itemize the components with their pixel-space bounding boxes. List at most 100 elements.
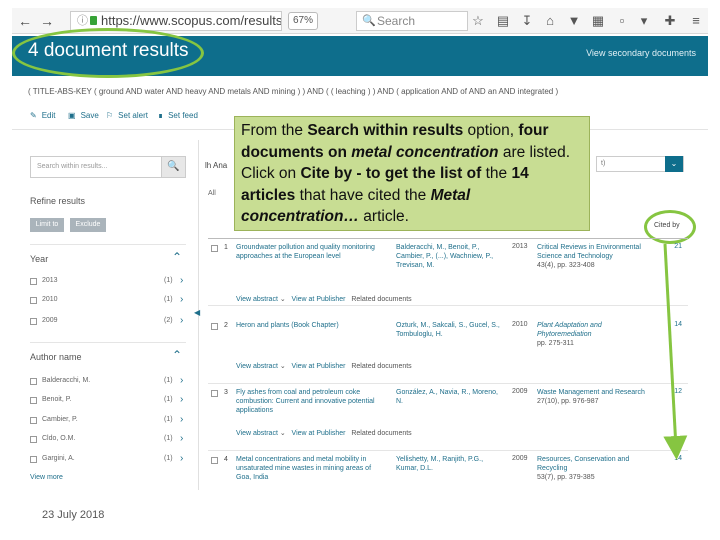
- browser-search-input[interactable]: 🔍 Search: [356, 11, 468, 31]
- chevron-up-icon[interactable]: ⌃: [172, 250, 182, 264]
- result-number: 2: [224, 322, 228, 329]
- source-title[interactable]: Plant Adaptation and Phytoremediation: [537, 322, 602, 338]
- cited-by-count[interactable]: 14: [674, 321, 682, 328]
- filter-label: 2013: [42, 277, 58, 284]
- checkbox[interactable]: [30, 436, 37, 443]
- screenshot-icon[interactable]: ▫: [614, 13, 630, 29]
- home-icon[interactable]: ⌂: [542, 13, 558, 29]
- set-feed-button[interactable]: ∎ Set feed: [158, 111, 198, 120]
- view-at-publisher-link[interactable]: View at Publisher: [292, 363, 346, 370]
- cited-by-count[interactable]: 21: [674, 243, 682, 250]
- chevron-right-icon[interactable]: ›: [180, 453, 183, 464]
- result-title[interactable]: Metal concentrations and metal mobility …: [236, 455, 386, 482]
- chevron-right-icon[interactable]: ›: [180, 294, 183, 305]
- checkbox[interactable]: [211, 390, 218, 397]
- chevron-right-icon[interactable]: ›: [180, 315, 183, 326]
- result-authors[interactable]: González, A., Navia, R., Moreno, N.: [396, 388, 506, 406]
- select-all[interactable]: All: [208, 190, 216, 197]
- chevron-right-icon[interactable]: ›: [180, 375, 183, 386]
- result-title[interactable]: Fly ashes from coal and petroleum coke c…: [236, 388, 386, 415]
- source-title[interactable]: Critical Reviews in Environmental Scienc…: [537, 244, 641, 260]
- secondary-documents-link[interactable]: View secondary documents: [586, 48, 696, 58]
- set-alert-button[interactable]: ⚐ Set alert: [106, 111, 148, 120]
- chevron-right-icon[interactable]: ›: [180, 414, 183, 425]
- author-filter-row[interactable]: Cldo, O.M. (1) ›: [30, 433, 186, 448]
- title-highlight-circle: [12, 28, 204, 78]
- sort-select[interactable]: t) ⌄: [596, 156, 684, 172]
- slide-date: 23 July 2018: [42, 509, 105, 521]
- checkbox[interactable]: [30, 297, 37, 304]
- chevron-up-icon[interactable]: ⌃: [172, 348, 182, 362]
- filter-count: (1): [164, 455, 173, 462]
- url-text: https://www.scopus.com/results/r: [101, 13, 282, 28]
- filter-count: (1): [164, 277, 173, 284]
- result-source: Critical Reviews in Environmental Scienc…: [537, 243, 647, 270]
- chevron-right-icon[interactable]: ›: [180, 433, 183, 444]
- extension-icon[interactable]: ▦: [590, 13, 606, 29]
- checkbox[interactable]: [30, 318, 37, 325]
- checkbox[interactable]: [30, 378, 37, 385]
- view-at-publisher-link[interactable]: View at Publisher: [292, 430, 346, 437]
- menu-icon[interactable]: ≡: [688, 13, 704, 29]
- author-filter-row[interactable]: Benoit, P. (1) ›: [30, 394, 186, 409]
- save-button[interactable]: ▣ Save: [68, 111, 99, 120]
- checkbox[interactable]: [211, 323, 218, 330]
- related-documents-link[interactable]: Related documents: [351, 296, 411, 303]
- edit-button[interactable]: ✎ Edit: [30, 111, 56, 120]
- callout-text: article.: [358, 208, 409, 225]
- cited-by-count[interactable]: 12: [674, 388, 682, 395]
- year-filter-row[interactable]: 2009 (2) ›: [30, 315, 186, 330]
- checkbox[interactable]: [211, 245, 218, 252]
- exclude-button[interactable]: Exclude: [70, 218, 106, 232]
- results-tabs[interactable]: lh Ana: [205, 161, 227, 170]
- view-abstract-link[interactable]: View abstract: [236, 363, 278, 370]
- author-filter-row[interactable]: Gargini, A. (1) ›: [30, 453, 186, 468]
- year-filter-row[interactable]: 2013 (1) ›: [30, 275, 186, 290]
- reading-list-icon[interactable]: ▤: [495, 13, 511, 29]
- related-documents-link[interactable]: Related documents: [351, 363, 411, 370]
- result-authors[interactable]: Yellishetty, M., Ranjith, P.G., Kumar, D…: [396, 455, 506, 473]
- author-filter-row[interactable]: Cambier, P. (1) ›: [30, 414, 186, 429]
- chevron-down-icon[interactable]: ⌄: [665, 156, 683, 172]
- result-authors[interactable]: Balderacchi, M., Benoit, P., Cambier, P.…: [396, 243, 506, 270]
- cited-by-count[interactable]: 14: [674, 455, 682, 462]
- author-filter-row[interactable]: Balderacchi, M. (1) ›: [30, 375, 186, 390]
- view-more-link[interactable]: View more: [30, 474, 186, 488]
- pocket-icon[interactable]: ▼: [566, 13, 582, 29]
- forward-arrow-icon[interactable]: →: [38, 12, 56, 30]
- filter-label: Gargini, A.: [42, 455, 75, 462]
- sort-label: t): [601, 160, 606, 167]
- view-at-publisher-link[interactable]: View at Publisher: [292, 296, 346, 303]
- view-abstract-link[interactable]: View abstract: [236, 430, 278, 437]
- search-icon[interactable]: 🔍: [161, 157, 185, 177]
- checkbox[interactable]: [30, 417, 37, 424]
- search-within-input[interactable]: Search within results... 🔍: [30, 156, 186, 178]
- checkbox[interactable]: [30, 397, 37, 404]
- chevron-down-icon[interactable]: ▾: [636, 13, 652, 29]
- download-icon[interactable]: ↧: [519, 13, 535, 29]
- save-label: Save: [80, 111, 99, 120]
- chevron-right-icon[interactable]: ›: [180, 275, 183, 286]
- view-abstract-link[interactable]: View abstract: [236, 296, 278, 303]
- filter-label: Balderacchi, M.: [42, 377, 91, 384]
- related-documents-link[interactable]: Related documents: [351, 430, 411, 437]
- year-filter-row[interactable]: 2010 (1) ›: [30, 294, 186, 309]
- chevron-right-icon[interactable]: ›: [180, 394, 183, 405]
- back-arrow-icon[interactable]: ←: [16, 12, 34, 30]
- sidebar-divider: [30, 244, 186, 245]
- star-icon[interactable]: ☆: [470, 13, 486, 29]
- result-title[interactable]: Groundwater pollution and quality monito…: [236, 243, 386, 261]
- annotation-callout: From the Search within results option, f…: [234, 116, 590, 231]
- source-title[interactable]: Resources, Conservation and Recycling: [537, 456, 629, 472]
- result-authors[interactable]: Ozturk, M., Sakcali, S., Gucel, S., Tomb…: [396, 321, 506, 339]
- checkbox[interactable]: [30, 456, 37, 463]
- checkbox[interactable]: [30, 278, 37, 285]
- checkbox[interactable]: [211, 457, 218, 464]
- collapse-arrow-icon[interactable]: ◀: [194, 308, 200, 317]
- limit-to-button[interactable]: Limit to: [30, 218, 64, 232]
- result-title[interactable]: Heron and plants (Book Chapter): [236, 321, 386, 330]
- alert-icon: ⚐: [106, 111, 114, 120]
- source-title[interactable]: Waste Management and Research: [537, 389, 645, 396]
- zoom-level[interactable]: 67%: [288, 12, 318, 30]
- pen-icon[interactable]: ✚: [662, 13, 678, 29]
